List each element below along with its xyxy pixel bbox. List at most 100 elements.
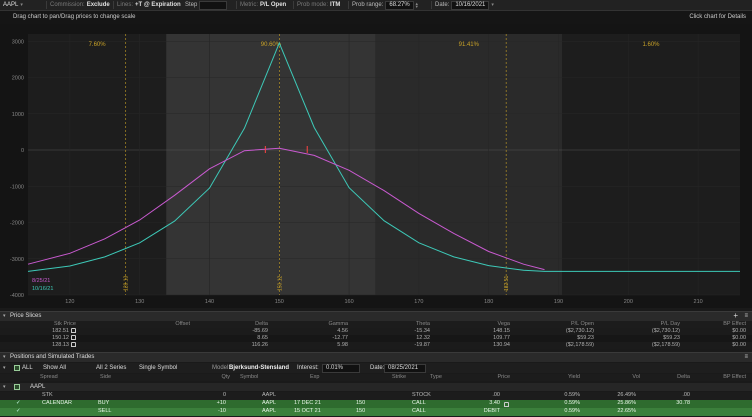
position-row[interactable]: ✓ SELL -10 AAPL 15 OCT 21 150 CALL DEBIT 0.59% 22… xyxy=(0,408,752,416)
positions-table: STK 0 AAPL STOCK .00 0.59% 26.49% .00 ✓ CALENDAR B… xyxy=(0,392,752,417)
position-cell: 30.78 xyxy=(676,400,690,406)
x-tick-label: 140 xyxy=(205,299,214,305)
price-slice-row[interactable]: 150.12 8.65 -12.77 12.32 109.77 $59.23 $59.23 $… xyxy=(0,335,752,342)
probability-zone xyxy=(562,34,740,295)
chevron-down-icon: ▾ xyxy=(20,2,23,8)
prob-mode-label: Prob mode: xyxy=(297,2,329,8)
price-slice-cell: -19.87 xyxy=(414,342,430,348)
column-header: Vol xyxy=(632,374,640,380)
column-header: P/L Day xyxy=(660,321,680,327)
all-checkbox[interactable] xyxy=(14,365,20,371)
price-slice-cell: 109.77 xyxy=(493,335,510,341)
group-checkbox[interactable] xyxy=(14,384,20,390)
series-dropdown[interactable]: All 2 Series xyxy=(96,365,126,371)
positions-title: Positions and Simulated Trades xyxy=(10,354,95,360)
price-slice-cell xyxy=(150,342,190,349)
y-tick-label: -2000 xyxy=(10,221,24,227)
position-cell: AAPL xyxy=(262,400,277,406)
lock-icon[interactable] xyxy=(71,328,76,334)
price-slice-cell xyxy=(150,335,190,342)
lock-icon[interactable] xyxy=(71,335,76,341)
metric-value[interactable]: P/L Open xyxy=(260,2,286,8)
price-slice-cell: $59.23 xyxy=(663,335,680,341)
step-input[interactable] xyxy=(199,0,228,10)
spinner-icon[interactable]: ▲ ▼ xyxy=(415,2,419,9)
position-cell: 150 xyxy=(356,408,366,414)
y-tick-label: 3000 xyxy=(12,39,24,45)
price-slice-cell: 8.65 xyxy=(257,335,268,341)
position-cell: 3.40 xyxy=(489,400,500,406)
all-label: ALL xyxy=(22,365,33,371)
symbol-mode-dropdown[interactable]: Single Symbol xyxy=(139,365,177,371)
positions-header[interactable]: ▾ Positions and Simulated Trades ≡ xyxy=(0,352,752,362)
symbol-selector[interactable]: AAPL ▾ xyxy=(0,1,46,9)
checkmark-icon[interactable]: ✓ xyxy=(16,400,21,407)
checkmark-icon[interactable]: ✓ xyxy=(16,408,21,415)
collapse-icon[interactable]: ▾ xyxy=(3,384,6,390)
show-all-dropdown[interactable]: Show All xyxy=(43,365,66,371)
model-label: Model: xyxy=(212,365,231,371)
positions-column-header: Spread Side Qty Symbol Exp Strike Type Price Yie… xyxy=(0,374,752,381)
chevron-down-icon[interactable]: ▾ xyxy=(491,2,494,8)
column-header: Stk Price xyxy=(53,321,76,327)
symbol-group-row[interactable]: ▾ AAPL xyxy=(0,383,752,391)
column-header: Vega xyxy=(497,321,510,327)
x-tick-label: 210 xyxy=(694,299,703,305)
zone-probability-label: 91.41% xyxy=(459,42,480,48)
price-slice-cell: 182.51 xyxy=(0,328,76,335)
price-slice-cell: ($2,730.12) xyxy=(651,328,680,334)
price-slice-cell: -12.77 xyxy=(332,335,348,341)
position-cell: CALL xyxy=(412,400,426,406)
price-slice-cell: -85.69 xyxy=(252,328,268,334)
price-slice-cell: 128.13 xyxy=(0,342,76,349)
position-row[interactable]: ✓ CALENDAR BUY +10 AAPL 17 DEC 21 150 CALL 3.40 0… xyxy=(0,400,752,408)
position-cell: STOCK xyxy=(412,392,431,398)
collapse-icon[interactable]: ▾ xyxy=(3,313,6,319)
position-cell: 150 xyxy=(356,400,366,406)
x-tick-label: 170 xyxy=(414,299,423,305)
prob-mode-value[interactable]: ITM xyxy=(330,2,340,8)
collapse-icon[interactable]: ▾ xyxy=(3,354,6,360)
add-icon[interactable]: + xyxy=(733,312,738,320)
column-header: Offset xyxy=(175,321,190,327)
column-header: Side xyxy=(100,374,112,380)
commission-value[interactable]: Exclude xyxy=(87,2,110,8)
date-input[interactable]: 08/25/2021 xyxy=(384,364,426,373)
lock-icon[interactable] xyxy=(504,402,509,407)
position-cell: 0.59% xyxy=(564,400,580,406)
legend-entry: 10/16/21 xyxy=(32,286,53,292)
prob-range-input[interactable]: 68.27% xyxy=(385,0,414,10)
model-dropdown[interactable]: Bjerksund-Stensland xyxy=(229,365,289,371)
position-row[interactable]: STK 0 AAPL STOCK .00 0.59% 26.49% .00 xyxy=(0,392,752,400)
price-slice-cell: -15.34 xyxy=(414,328,430,334)
column-header: Symbol xyxy=(240,374,259,380)
position-cell: 25.86% xyxy=(617,400,636,406)
menu-icon[interactable]: ≡ xyxy=(744,313,748,319)
price-slice-row[interactable]: 128.13 116.26 5.98 -19.87 130.94 ($2,178.59) (… xyxy=(0,342,752,349)
price-slice-cell: $0.00 xyxy=(732,335,746,341)
probability-zone xyxy=(28,34,167,295)
column-header: P/L Open xyxy=(570,321,594,327)
interest-input[interactable]: 0.01% xyxy=(322,364,360,373)
position-cell: 0.59% xyxy=(564,392,580,398)
position-cell: .00 xyxy=(492,392,500,398)
position-cell xyxy=(98,392,128,399)
date-input[interactable]: 10/16/2021 xyxy=(451,0,490,10)
menu-icon[interactable]: ≡ xyxy=(744,354,748,360)
price-slices-header[interactable]: ▾ Price Slices + ≡ xyxy=(0,311,752,321)
zone-probability-label: 1.60% xyxy=(642,42,660,48)
position-cell xyxy=(294,392,334,399)
lock-icon[interactable] xyxy=(71,342,76,348)
lines-value[interactable]: +T @ Expiration xyxy=(135,2,181,8)
position-cell xyxy=(356,392,376,399)
risk-profile-chart[interactable]: 7.60% 90.60% 91.41% 1.60% 128.13 150.12 182.5… xyxy=(0,24,752,308)
date-label: Date: xyxy=(370,365,385,371)
collapse-all-icon[interactable]: ▾ xyxy=(3,365,6,371)
price-slice-row[interactable]: 182.51 -85.69 4.56 -15.34 148.15 ($2,730.12) (… xyxy=(0,328,752,335)
position-cell: AAPL xyxy=(262,392,277,398)
price-slice-cell: ($2,178.59) xyxy=(651,342,680,348)
price-slices-title: Price Slices xyxy=(10,313,42,319)
column-header: Gamma xyxy=(328,321,348,327)
column-header: Strike xyxy=(392,374,407,380)
position-cell: 17 DEC 21 xyxy=(294,400,321,406)
